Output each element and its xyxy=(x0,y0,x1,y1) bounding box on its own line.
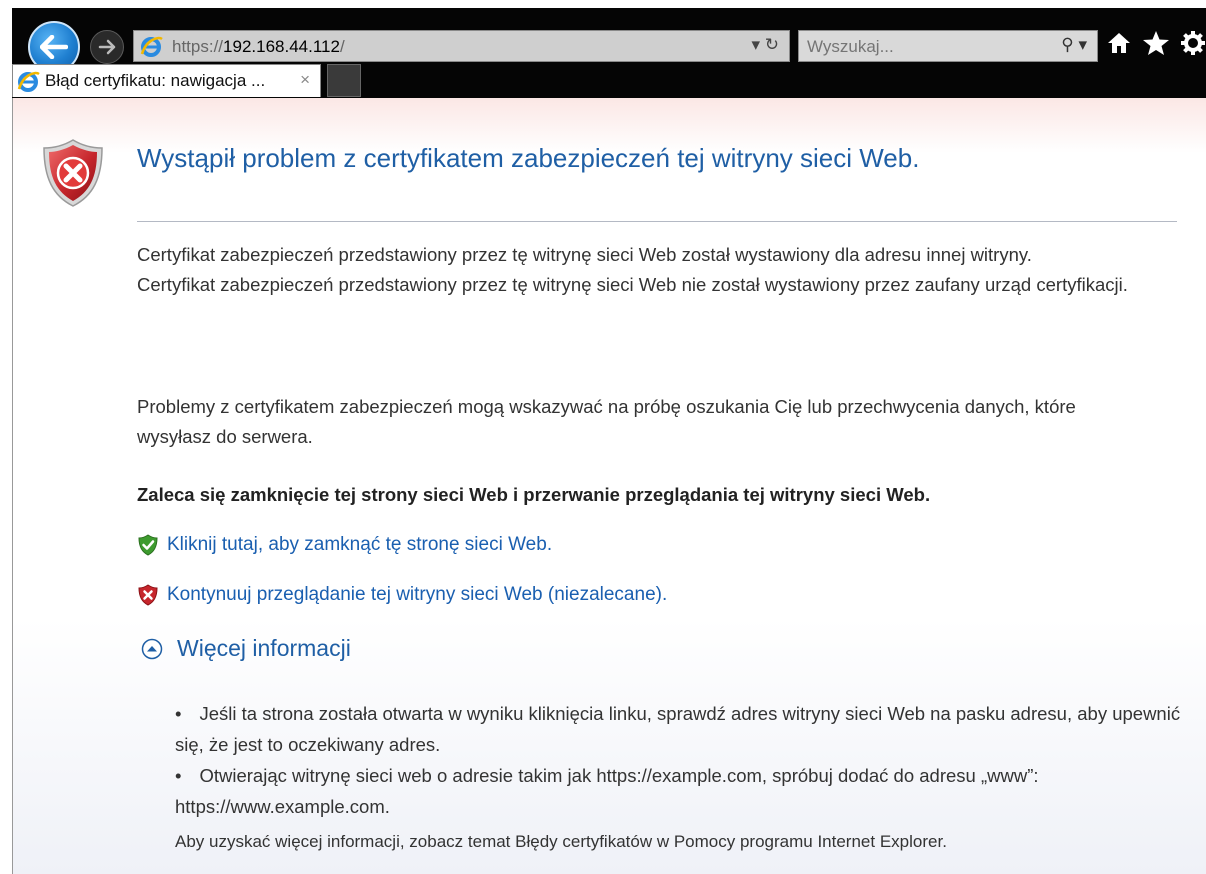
more-info-toggle[interactable]: Więcej informacji xyxy=(141,635,351,662)
more-info-list: • Jeśli ta strona została otwarta w wynik… xyxy=(175,698,1206,822)
tab-title: Błąd certyfikatu: nawigacja ... xyxy=(45,71,266,90)
ie-logo-icon xyxy=(140,36,163,57)
home-icon[interactable] xyxy=(1106,30,1132,63)
help-reference-text: Aby uzyskać więcej informacji, zobacz te… xyxy=(175,832,947,851)
error-shield-icon xyxy=(43,139,103,207)
page-title: Wystąpił problem z certyfikatem zabezpie… xyxy=(137,143,920,173)
forward-button[interactable] xyxy=(90,30,124,64)
url-text: https://192.168.44.112/ xyxy=(172,37,345,57)
problem-untrusted-ca: Certyfikat zabezpieczeń przedstawiony pr… xyxy=(137,274,1128,295)
bullet: • xyxy=(175,703,182,724)
search-icon[interactable]: ⚲ ▾ xyxy=(1061,35,1087,55)
back-icon xyxy=(40,35,68,59)
refresh-icon[interactable]: ▾ ↻ xyxy=(751,35,779,55)
close-page-link-text[interactable]: Kliknij tutaj, aby zamknąć tę stronę sie… xyxy=(167,534,552,556)
collapse-arrow-icon xyxy=(141,638,163,659)
certificate-error-page: Wystąpił problem z certyfikatem zabezpie… xyxy=(12,98,1206,874)
list-item: • Otwierając witrynę sieci web o adresie … xyxy=(175,760,1206,822)
info-item-check-address: Jeśli ta strona została otwarta w wyniku… xyxy=(175,703,1181,755)
search-box[interactable]: ⚲ ▾ xyxy=(798,30,1098,62)
search-input[interactable] xyxy=(805,35,1029,59)
new-tab-button[interactable] xyxy=(327,64,361,97)
settings-gear-icon[interactable] xyxy=(1180,30,1206,63)
close-page-link[interactable]: Kliknij tutaj, aby zamknąć tę stronę sie… xyxy=(137,534,552,556)
forward-icon xyxy=(98,39,116,55)
more-info-label[interactable]: Więcej informacji xyxy=(177,635,351,662)
continue-to-site-link[interactable]: Kontynuuj przeglądanie tej witryny sieci… xyxy=(137,584,667,606)
url-host: 192.168.44.112 xyxy=(223,37,340,56)
recommendation-text: Zaleca się zamknięcie tej strony sieci W… xyxy=(137,484,931,505)
problem-name-mismatch: Certyfikat zabezpieczeń przedstawiony pr… xyxy=(137,244,1032,265)
address-bar[interactable]: https://192.168.44.112/ ▾ ↻ xyxy=(133,30,790,62)
bullet: • xyxy=(175,765,182,786)
green-shield-check-icon xyxy=(138,534,158,556)
tab-close-icon[interactable]: × xyxy=(300,70,310,90)
risk-warning-text: Problemy z certyfikatem zabezpieczeń mog… xyxy=(137,396,1076,447)
red-shield-x-icon xyxy=(138,584,158,606)
ie-logo-icon xyxy=(17,71,40,92)
tab-certificate-error[interactable]: Błąd certyfikatu: nawigacja ... × xyxy=(12,64,321,97)
info-item-add-www: Otwierając witrynę sieci web o adresie t… xyxy=(175,765,1039,817)
title-divider xyxy=(137,221,1177,222)
list-item: • Jeśli ta strona została otwarta w wynik… xyxy=(175,698,1206,760)
certificate-problem-description: Certyfikat zabezpieczeń przedstawiony pr… xyxy=(137,240,1147,300)
url-protocol: https:// xyxy=(172,37,224,56)
url-path: / xyxy=(339,37,345,56)
continue-to-site-link-text[interactable]: Kontynuuj przeglądanie tej witryny sieci… xyxy=(167,584,667,606)
favorites-star-icon[interactable] xyxy=(1142,30,1170,63)
